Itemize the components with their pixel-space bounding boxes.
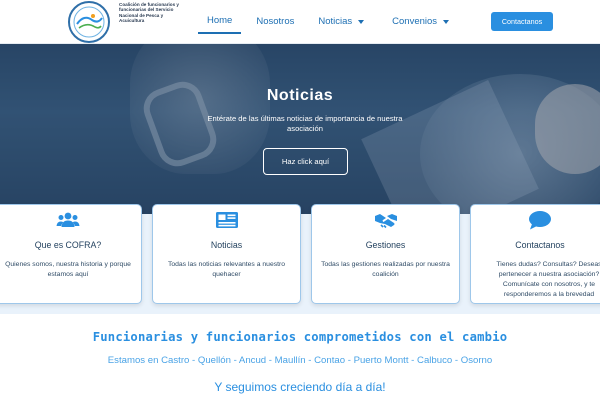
nav-nosotros-label: Nosotros <box>256 16 295 27</box>
card-title: Gestiones <box>365 240 406 250</box>
users-icon <box>56 212 80 227</box>
nav-noticias-label: Noticias <box>318 16 353 27</box>
logo-text: Coalición de funcionarios y funcionarias… <box>119 2 179 24</box>
site-header: Coalición de funcionarios y funcionarias… <box>0 0 600 44</box>
nav-nosotros[interactable]: Nosotros <box>247 10 303 34</box>
hero-title: Noticias <box>266 87 334 104</box>
nav-convenios-label: Convenios <box>392 16 438 27</box>
card-noticias[interactable]: Noticias Todas las noticias relevantes a… <box>152 204 301 304</box>
nav-noticias[interactable]: Noticias <box>309 10 373 34</box>
card-contactanos[interactable]: Contactanos Tienes dudas? Consultas? Des… <box>470 204 600 304</box>
card-que-es-cofra[interactable]: Que es COFRA? Quienes somos, nuestra his… <box>0 204 142 304</box>
nav-home-label: Home <box>207 15 233 26</box>
newspaper-icon <box>215 212 238 228</box>
card-text: Todas las noticias relevantes a nuestro … <box>167 261 286 278</box>
chat-bubble-icon <box>529 211 551 230</box>
hero-cta-button[interactable]: Haz click aquí <box>263 148 348 175</box>
handshake-icon <box>374 214 397 229</box>
card-text: Todas las gestiones realizadas por nuest… <box>321 261 450 278</box>
card-title: Contactanos <box>515 240 565 250</box>
cities-list: Estamos en Castro - Quellón - Ancud - Ma… <box>107 355 493 366</box>
nav-home[interactable]: Home <box>198 10 242 34</box>
cofra-logo[interactable] <box>62 0 116 44</box>
card-gestiones[interactable]: Gestiones Todas las gestiones realizadas… <box>311 204 460 304</box>
hero-subtitle: Entérate de las últimas noticias de impo… <box>207 114 403 133</box>
chevron-down-icon <box>443 20 450 24</box>
hero-banner: Noticias Entérate de las últimas noticia… <box>0 44 600 214</box>
section-headline: Funcionarias y funcionarios comprometido… <box>92 330 508 344</box>
nav-convenios[interactable]: Convenios <box>383 10 458 34</box>
card-text: Quienes somos, nuestra historia y porque… <box>5 261 131 278</box>
card-title: Que es COFRA? <box>34 240 102 250</box>
card-title: Noticias <box>210 240 243 250</box>
chevron-down-icon <box>358 20 365 24</box>
card-text: Tienes dudas? Consultas? Deseas pertenec… <box>496 261 600 298</box>
contact-button[interactable]: Contactanos <box>491 12 553 31</box>
tagline: Y seguimos creciendo día a día! <box>214 380 386 394</box>
main-nav: Home Nosotros Noticias Convenios <box>198 10 458 34</box>
